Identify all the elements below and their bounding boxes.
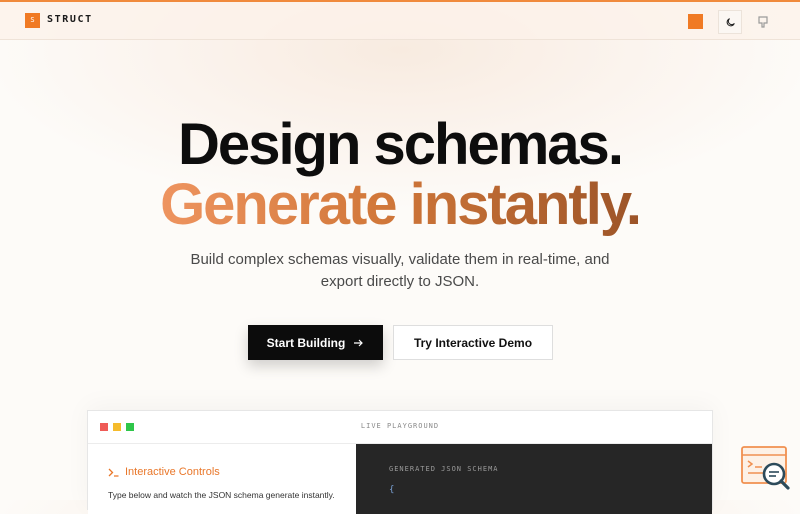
help-widget-button[interactable] [740, 445, 792, 491]
hero-gradient-text: Generate instantly. [160, 172, 642, 237]
hero-heading-line2: Generate instantly. [0, 171, 800, 238]
hero-subtitle: Build complex schemas visually, validate… [190, 251, 610, 290]
terminal-icon [108, 468, 119, 477]
accent-color-button[interactable] [688, 14, 703, 29]
logo-icon[interactable]: S [25, 13, 40, 28]
json-output-code: { [389, 485, 395, 495]
search-help-icon [741, 446, 790, 490]
json-output-panel: GENERATED JSON SCHEMA { [356, 444, 712, 514]
controls-panel: Interactive Controls Type below and watc… [88, 444, 356, 514]
start-building-label: Start Building [266, 335, 346, 350]
controls-title: Interactive Controls [125, 466, 220, 478]
controls-description: Type below and watch the JSON schema gen… [108, 490, 335, 500]
playground-title: LIVE PLAYGROUND [360, 422, 440, 430]
arrow-right-icon [354, 339, 364, 346]
controls-heading: Interactive Controls [108, 466, 220, 478]
moon-icon [726, 18, 735, 27]
hero-heading-line1: Design schemas. [178, 112, 624, 177]
try-demo-button[interactable]: Try Interactive Demo [393, 325, 553, 360]
navbar: S STRUCT [0, 2, 800, 40]
playground-header: LIVE PLAYGROUND [88, 411, 712, 444]
start-building-button[interactable]: Start Building [248, 325, 383, 360]
live-playground: LIVE PLAYGROUND Interactive Controls Typ… [87, 410, 713, 514]
json-output-label: GENERATED JSON SCHEMA [389, 465, 499, 473]
github-icon[interactable] [757, 15, 769, 29]
theme-toggle-button[interactable] [718, 10, 742, 34]
try-demo-label: Try Interactive Demo [413, 335, 533, 350]
brand-name[interactable]: STRUCT [47, 14, 93, 25]
